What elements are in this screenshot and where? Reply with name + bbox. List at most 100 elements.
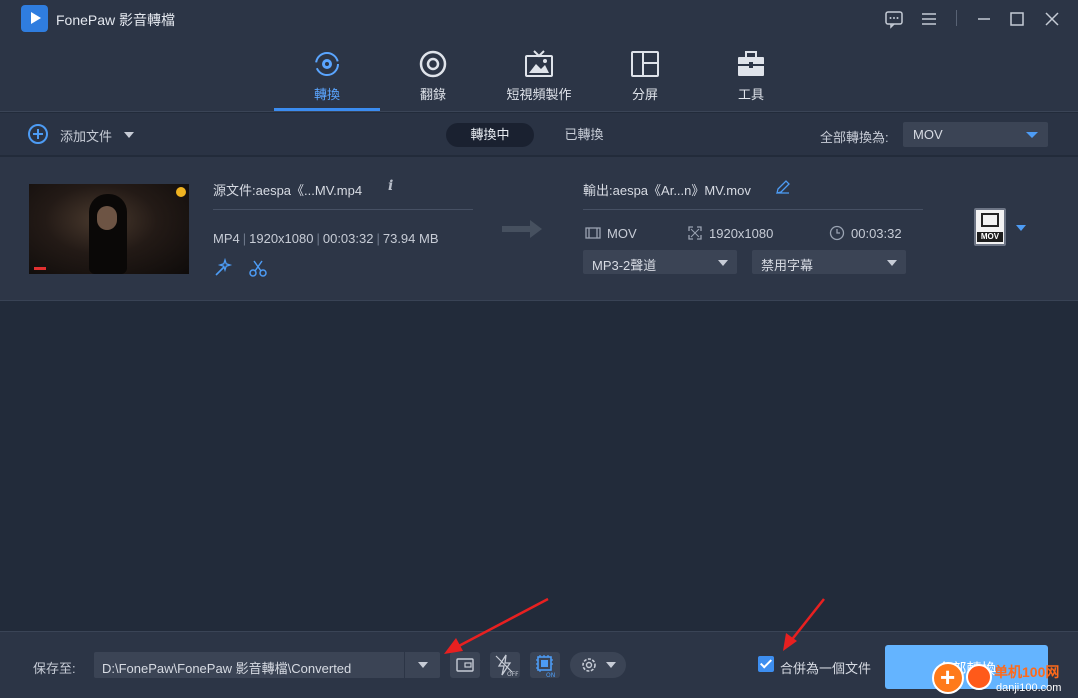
source-meta: MP4 | 1920x1080 | 00:03:32 | 73.94 MB [213,231,439,246]
audio-track-value: MP3-2聲道 [592,258,657,273]
disc-icon [419,50,447,78]
watermark: 单机100网 danji100.com [930,660,1078,698]
watermark-logo-icon-2 [966,664,992,690]
title-bar: FonePaw 影音轉檔 [0,0,1078,38]
tab-converted[interactable]: 已轉換 [546,123,622,147]
tab-short-video[interactable]: 短視頻製作 [486,38,592,112]
resolution-icon [688,226,702,240]
source-size: 73.94 MB [382,231,439,246]
hardware-accel-off-button[interactable]: OFF [490,652,520,678]
output-format-badge: MOV [977,232,1003,242]
meta-separator: | [316,231,320,246]
arrow-right-icon [502,220,542,238]
output-resolution-value: 1920x1080 [709,226,774,241]
subtitle-value: 禁用字幕 [761,258,814,273]
tab-convert[interactable]: 轉換 [274,38,380,112]
magic-wand-icon[interactable] [213,258,233,278]
tab-split-screen-label: 分屏 [631,87,658,102]
scissors-icon[interactable] [248,258,268,278]
subtitle-select[interactable]: 禁用字幕 [752,250,906,274]
video-thumbnail[interactable] [29,184,189,274]
tv-icon [525,50,553,77]
output-format-value: MOV [607,226,637,241]
chevron-down-icon [718,260,728,266]
convert-icon [315,52,339,76]
chip-icon: ON [536,655,555,679]
add-icon [28,124,48,144]
merge-label[interactable]: 合併為一個文件 [780,658,871,677]
chevron-down-icon[interactable] [124,132,134,138]
source-format: MP4 [213,231,240,246]
convert-all-format-value: MOV [913,127,943,142]
output-duration: 00:03:32 [829,225,902,241]
edit-name-icon[interactable] [775,179,791,195]
watermark-url: danji100.com [996,682,1062,694]
tab-tools-label: 工具 [737,87,764,102]
source-file-name: 源文件:aespa《...MV.mp4 [213,183,363,198]
folder-icon [456,658,474,672]
app-logo-icon [21,5,48,32]
tab-rip[interactable]: 翻錄 [380,38,486,112]
thumbnail-badge-icon [176,187,186,197]
open-folder-button[interactable] [450,652,480,678]
svg-text:OFF: OFF [507,671,519,678]
source-duration: 00:03:32 [322,231,374,246]
save-path-value: D:\FonePaw\FonePaw 影音轉檔\Converted [102,661,352,676]
settings-button[interactable] [570,652,626,678]
audio-track-select[interactable]: MP3-2聲道 [583,250,737,274]
gear-icon [582,658,596,672]
tab-split-screen[interactable]: 分屏 [592,38,698,112]
tab-convert-label: 轉換 [313,87,340,102]
tab-converting[interactable]: 轉換中 [446,123,534,147]
chevron-down-icon [606,662,616,668]
output-format: MOV [585,225,637,241]
app-title: FonePaw 影音轉檔 [56,12,176,28]
chevron-down-icon [887,260,897,266]
menu-icon[interactable] [918,8,940,30]
output-divider [583,209,923,210]
source-resolution: 1920x1080 [249,231,314,246]
path-split [404,652,405,678]
add-file-button[interactable]: 添加文件 [28,122,140,146]
convert-all-to-label: 全部轉換為: [820,130,889,145]
toolbar: 添加文件 轉換中 已轉換 全部轉換為: MOV [0,113,1078,155]
chevron-down-icon [1026,132,1038,138]
tab-tools[interactable]: 工具 [698,38,804,112]
thumbnail-mark [34,267,46,270]
add-file-label: 添加文件 [60,129,113,144]
watermark-logo-icon [932,662,964,694]
main-nav: 轉換 翻錄 短視頻製作 分屏 工具 [0,38,1078,112]
merge-checkbox[interactable] [758,656,774,672]
output-file-name: 輸出:aespa《Ar...n》MV.mov [583,183,751,198]
info-icon[interactable]: i [388,178,393,194]
svg-text:ON: ON [546,672,555,678]
save-path-select[interactable]: D:\FonePaw\FonePaw 影音轉檔\Converted [94,652,440,678]
file-list-item: 源文件:aespa《...MV.mp4 i MP4 | 1920x1080 | 00:0… [0,157,1078,301]
close-icon[interactable] [1041,8,1063,30]
watermark-text: 单机100网 [994,664,1060,680]
tab-rip-label: 翻錄 [419,87,446,102]
chevron-down-icon[interactable] [418,662,428,668]
save-to-label: 保存至: [33,661,76,676]
feedback-icon[interactable] [883,8,905,30]
source-divider [213,209,473,210]
tab-short-video-label: 短視頻製作 [506,87,572,102]
output-duration-value: 00:03:32 [851,226,902,241]
meta-separator: | [242,231,247,246]
maximize-icon[interactable] [1006,8,1028,30]
output-format-button[interactable]: MOV [974,208,1006,246]
split-screen-icon [631,51,659,77]
clock-icon [829,225,845,241]
minimize-icon[interactable] [973,8,995,30]
convert-all-format-select[interactable]: MOV [903,122,1048,147]
gpu-accel-on-button[interactable]: ON [530,652,560,679]
output-resolution: 1920x1080 [687,225,773,241]
toolbox-icon [738,51,764,76]
film-icon [981,213,999,227]
footer-bar: 保存至: D:\FonePaw\FonePaw 影音轉檔\Converted O… [0,631,1078,698]
title-separator [956,10,957,26]
chevron-down-icon[interactable] [1016,225,1026,231]
thumbnail-face [97,206,117,230]
meta-separator: | [376,231,380,246]
lightning-off-icon: OFF [495,654,519,678]
